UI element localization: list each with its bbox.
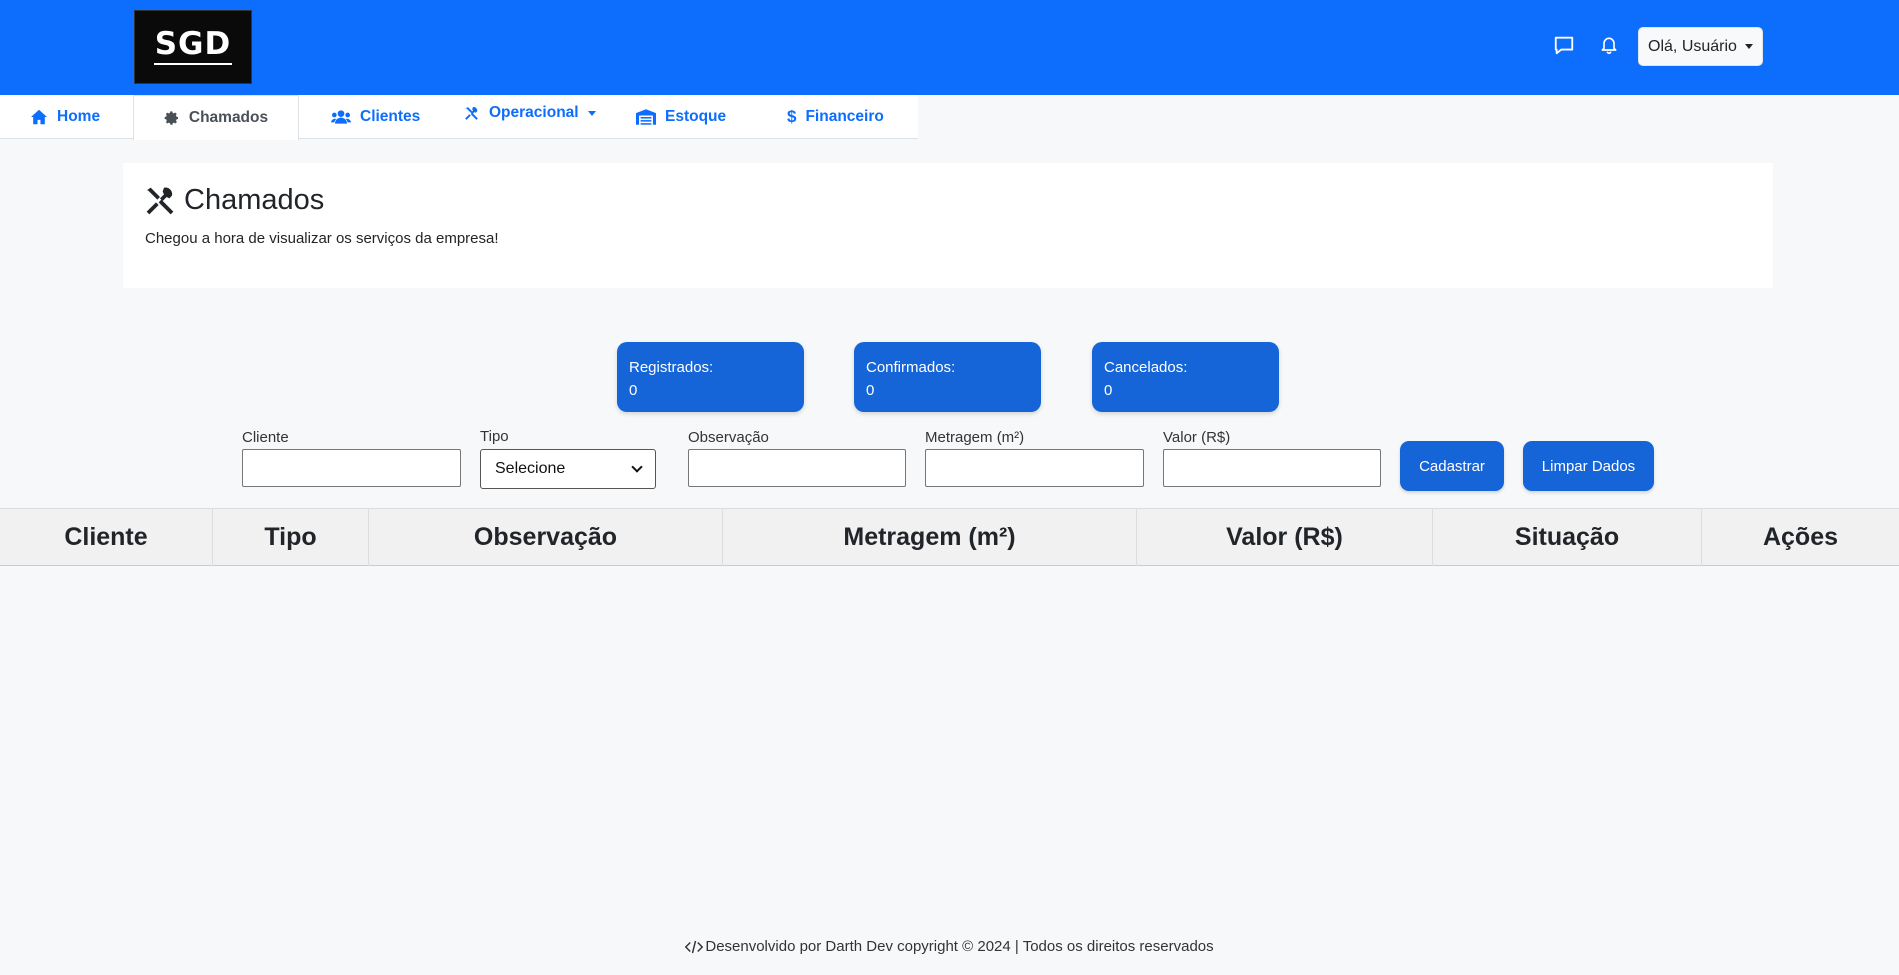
tab-home-label: Home [57,108,101,125]
bell-icon[interactable] [1596,32,1622,58]
chat-icon[interactable] [1551,32,1577,58]
users-icon [331,110,351,124]
tools-icon [465,106,478,120]
tab-operacional[interactable]: Operacional [463,91,596,135]
main-tabs: Home Chamados Clientes Operacional Estoq… [0,95,918,140]
tab-clientes[interactable]: Clientes [331,95,420,139]
user-menu-button[interactable]: Olá, Usuário [1638,27,1763,66]
page-header-card [123,163,1773,288]
stat-label: Registrados: [629,359,714,376]
column-header-metragem[interactable]: Metragem (m²) [723,509,1137,566]
gear-icon [164,111,178,125]
tab-estoque-label: Estoque [665,108,727,125]
column-header-observacao[interactable]: Observação [369,509,723,566]
top-navbar: SGD Olá, Usuário [0,0,1899,95]
warehouse-icon [636,109,656,125]
column-header-acoes[interactable]: Ações [1702,509,1899,566]
footer-text: Desenvolvido por Darth Dev copyright © 2… [705,938,1214,955]
chevron-down-icon [631,461,643,473]
page-title: Chamados [184,184,325,216]
tipo-label: Tipo [480,428,509,445]
table-header: Cliente Tipo Observação Metragem (m²) Va… [0,508,1899,566]
tools-icon [146,187,174,215]
dollar-icon: $ [787,107,797,126]
tab-financeiro[interactable]: $ Financeiro [787,95,884,139]
home-icon [31,109,47,125]
logo[interactable]: SGD [134,10,252,84]
observacao-input[interactable] [688,449,906,487]
stat-label: Confirmados: [866,359,956,376]
footer: Desenvolvido por Darth Dev copyright © 2… [0,938,1899,955]
code-icon [685,940,704,953]
cliente-label: Cliente [242,429,289,446]
valor-label: Valor (R$) [1163,429,1231,446]
stat-value: 0 [1104,382,1113,399]
tab-financeiro-label: Financeiro [805,108,884,125]
tab-chamados[interactable]: Chamados [133,95,299,140]
column-header-situacao[interactable]: Situação [1433,509,1702,566]
stat-confirmados: Confirmados: 0 [854,342,1041,412]
logo-text: SGD [154,26,232,62]
caret-down-icon [1744,44,1753,49]
column-header-tipo[interactable]: Tipo [213,509,369,566]
observacao-label: Observação [688,429,769,446]
user-menu-label: Olá, Usuário [1648,37,1737,55]
stat-registrados: Registrados: 0 [617,342,804,412]
tab-operacional-label: Operacional [489,104,579,121]
stat-label: Cancelados: [1104,359,1188,376]
cliente-input[interactable] [242,449,461,487]
column-header-cliente[interactable]: Cliente [0,509,213,566]
metragem-input[interactable] [925,449,1144,487]
valor-input[interactable] [1163,449,1381,487]
stat-value: 0 [629,382,638,399]
caret-down-icon [587,110,596,116]
metragem-label: Metragem (m²) [925,429,1025,446]
stat-value: 0 [866,382,875,399]
limpar-dados-button[interactable]: Limpar Dados [1523,441,1654,491]
tab-clientes-label: Clientes [360,108,421,125]
tipo-select-value: Selecione [495,460,566,477]
column-header-valor[interactable]: Valor (R$) [1137,509,1433,566]
cadastrar-button[interactable]: Cadastrar [1400,441,1504,491]
logo-underline [154,63,232,65]
tab-home[interactable]: Home [30,95,100,139]
tab-chamados-label: Chamados [188,109,269,126]
page-subtitle: Chegou a hora de visualizar os serviços … [145,230,499,247]
tipo-select[interactable]: Selecione [480,449,656,489]
tab-estoque[interactable]: Estoque [636,95,726,139]
stat-cancelados: Cancelados: 0 [1092,342,1279,412]
